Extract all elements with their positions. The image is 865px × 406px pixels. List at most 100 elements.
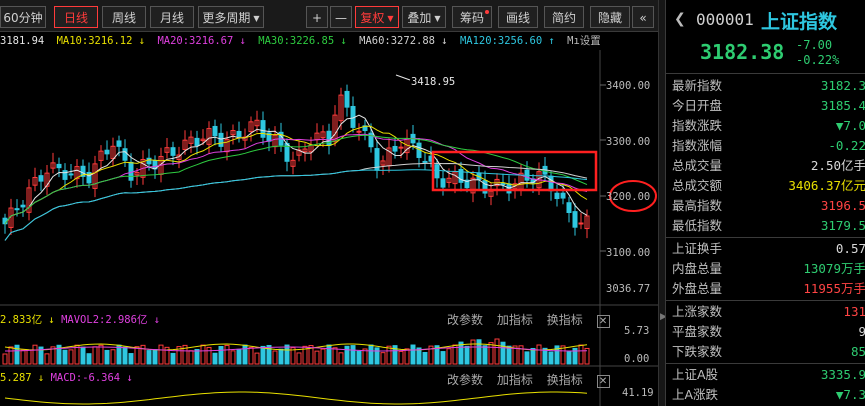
dif-line <box>4 391 588 405</box>
candle-body <box>122 148 128 161</box>
quote-row: 上A涨跌 ▼7.3 <box>666 385 865 405</box>
candle-body <box>20 204 26 208</box>
mavol2-value: MAVOL2:2.986亿 ↓ <box>61 314 161 326</box>
volume-bar <box>338 352 344 365</box>
volume-bar <box>110 349 116 365</box>
stock-code: 000001 <box>696 10 754 29</box>
volume-bar <box>524 351 530 365</box>
quote-row: 上证A股 3335.9 <box>666 365 865 385</box>
volume-bar <box>314 350 320 365</box>
volume-bar <box>218 346 224 365</box>
candle-body <box>440 178 446 188</box>
quote-row-label: 最高指数 <box>672 198 723 213</box>
candle-body <box>566 202 572 214</box>
volume-bar <box>188 350 194 365</box>
quote-header: ❮ 000001 上证指数 3182.38 -7.00 -0.22% <box>666 0 865 74</box>
volume-bar <box>296 352 302 365</box>
candle-body <box>104 149 110 155</box>
vol-tick-max: 5.73 <box>624 325 649 337</box>
volume-bar <box>170 352 176 365</box>
volume-bar <box>476 339 482 365</box>
macd-value: MACD:-6.364 ↓ <box>50 372 133 384</box>
y-tick-3200: 3200.00 <box>606 191 650 203</box>
back-arrow-icon[interactable]: ❮ <box>674 11 686 27</box>
candle-body <box>572 211 578 228</box>
volume-bar <box>8 346 14 365</box>
macd-legend: 5.287 ↓ MACD:-6.364 ↓ <box>0 372 133 384</box>
volume-panel-controls: 改参数 加指标 换指标 ✕ <box>447 311 610 328</box>
volume-bar <box>68 349 74 365</box>
panel-splitter[interactable]: ▶ <box>658 0 667 406</box>
volume-bar <box>350 345 356 365</box>
volume-bar <box>152 349 158 365</box>
quote-row-value: 3185.4 <box>820 98 865 113</box>
ma-lines <box>4 114 588 241</box>
volume-bar <box>260 345 266 365</box>
quote-row-value: 3196.5 <box>820 198 865 213</box>
volume-bar <box>530 347 536 365</box>
macd-add-indicator-button[interactable]: 加指标 <box>497 373 533 387</box>
volume-bar <box>446 348 452 365</box>
candle-body <box>2 217 8 225</box>
macd-lines <box>4 391 588 405</box>
candle-body <box>212 125 218 137</box>
candle-body <box>326 130 332 146</box>
vol-change-indicator-button[interactable]: 换指标 <box>547 313 583 327</box>
quote-row-label: 上证换手 <box>672 241 723 256</box>
quote-separator <box>666 363 865 364</box>
candle-body <box>554 192 560 200</box>
quote-row: 上涨家数 131 <box>666 302 865 322</box>
volume-bar <box>320 348 326 365</box>
volume-bar <box>2 353 8 365</box>
volume-bar <box>242 344 248 365</box>
quote-separator <box>666 237 865 238</box>
quote-row-value: 9 <box>858 324 865 339</box>
quote-row-label: 总成交额 <box>672 178 723 193</box>
quote-row-label: 平盘家数 <box>672 324 723 339</box>
volume-bar <box>374 347 380 365</box>
quote-row: 上证换手 0.57 <box>666 239 865 259</box>
vol-edit-params-button[interactable]: 改参数 <box>447 313 483 327</box>
volume-bar <box>254 352 260 365</box>
quote-row-value: 85 <box>850 344 865 359</box>
candle-body <box>170 147 176 156</box>
volume-bar <box>194 348 200 365</box>
kline-chart[interactable]: 3418.95 3400.00 3300.00 3200.00 3100.00 … <box>0 0 658 406</box>
volume-bar <box>356 350 362 365</box>
volume-bar <box>62 349 68 365</box>
quote-row: 最高指数 3196.5 <box>666 196 865 216</box>
price-axis: 3400.00 3300.00 3200.00 3100.00 3036.77 … <box>606 80 654 399</box>
quote-row: 总成交额 3406.37亿元 <box>666 176 865 196</box>
candlesticks <box>2 84 590 239</box>
candle-body <box>356 130 362 133</box>
vol-add-indicator-button[interactable]: 加指标 <box>497 313 533 327</box>
volume-bar <box>464 345 470 365</box>
close-icon[interactable]: ✕ <box>596 375 610 388</box>
macd-change-indicator-button[interactable]: 换指标 <box>547 373 583 387</box>
candle-body <box>14 208 20 211</box>
candle-body <box>434 164 440 179</box>
quote-row-value: -0.22 <box>828 138 865 153</box>
quote-panel: ❮ 000001 上证指数 3182.38 -7.00 -0.22% 最新指数 3… <box>665 0 865 406</box>
candle-body <box>500 183 506 186</box>
quote-row: 外盘总量 11955万手 <box>666 279 865 299</box>
volume-bar <box>326 344 332 365</box>
quote-row-value: 11955万手 <box>803 281 865 296</box>
volume-bar <box>122 346 128 365</box>
current-price: 3182.38 <box>700 40 785 64</box>
volume-bar <box>116 344 122 365</box>
volume-bar <box>506 345 512 365</box>
candle-body <box>392 145 398 152</box>
stock-name: 上证指数 <box>761 11 838 33</box>
y-tick-3400: 3400.00 <box>606 80 650 92</box>
volume-bar <box>224 344 230 365</box>
close-icon[interactable]: ✕ <box>596 315 610 328</box>
macd-tick-max: 41.19 <box>622 387 654 399</box>
quote-row: 平盘家数 9 <box>666 322 865 342</box>
volume-bar <box>92 346 98 365</box>
candle-body <box>422 160 428 163</box>
volume-bar <box>548 351 554 365</box>
macd-edit-params-button[interactable]: 改参数 <box>447 373 483 387</box>
volume-bar <box>212 352 218 365</box>
quote-row-label: 指数涨跌 <box>672 118 723 133</box>
